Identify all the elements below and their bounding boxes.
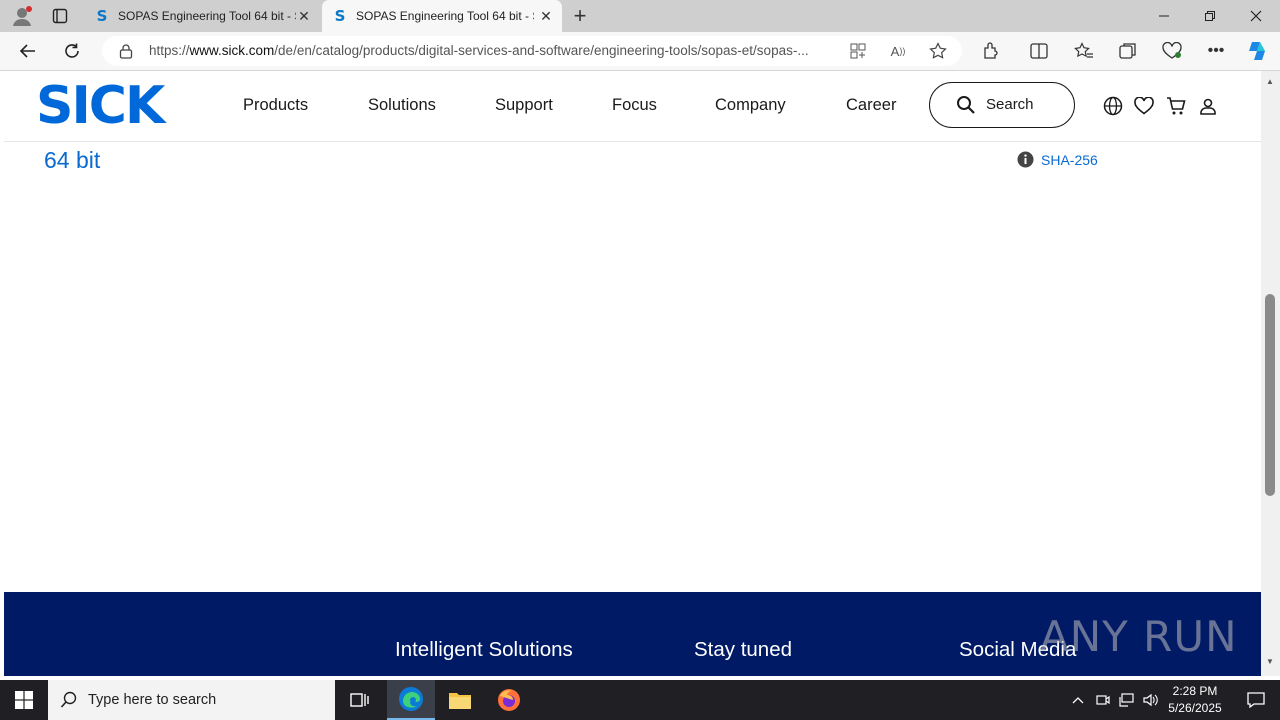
site-search-button[interactable]: Search [929,82,1075,128]
clock-date: 5/26/2025 [1168,701,1222,715]
favorites-icon[interactable] [1072,39,1096,63]
scrollbar-thumb[interactable] [1265,294,1275,496]
nav-focus[interactable]: Focus [612,96,657,115]
search-label: Search [986,96,1034,113]
network-icon[interactable] [1116,680,1138,720]
profile-avatar-icon[interactable] [10,4,34,28]
collections-icon[interactable] [1116,39,1140,63]
tab-title: SOPAS Engineering Tool 64 bit - S [356,9,534,23]
sick-favicon-icon: S [96,7,108,25]
nav-support[interactable]: Support [495,96,553,115]
scroll-down-arrow-icon[interactable]: ▼ [1266,657,1274,666]
search-icon [60,691,78,714]
windows-start-icon[interactable] [0,680,48,720]
extensions-icon[interactable] [979,39,1003,63]
system-clock[interactable]: 2:28 PM 5/26/2025 [1162,683,1228,717]
refresh-icon[interactable] [60,39,84,63]
sha-256-link[interactable]: SHA-256 [1017,151,1098,168]
shopping-cart-icon[interactable] [1164,94,1188,118]
site-header: SICK Products Solutions Support Focus Co… [4,71,1261,142]
taskbar-search-placeholder: Type here to search [88,692,217,708]
clock-time: 2:28 PM [1172,684,1218,698]
heart-wishlist-icon[interactable] [1132,94,1156,118]
user-account-icon[interactable] [1196,94,1220,118]
close-window-icon[interactable] [1233,0,1279,32]
browser-tab-strip: S SOPAS Engineering Tool 64 bit - S ✕ S … [0,0,1280,32]
address-bar[interactable]: https://www.sick.com/de/en/catalog/produ… [102,36,962,66]
task-view-icon[interactable] [336,680,384,720]
info-icon [1017,151,1034,168]
back-arrow-icon[interactable] [16,39,40,63]
volume-icon[interactable] [1140,680,1162,720]
sha-256-label: SHA-256 [1041,151,1098,168]
sick-favicon-icon: S [334,7,346,25]
notification-center-icon[interactable] [1232,680,1280,720]
product-title-fragment: 64 bit [44,147,101,173]
tab-actions-icon[interactable] [48,4,72,28]
nav-career[interactable]: Career [846,96,896,115]
page-scrollbar[interactable]: ▲ ▼ [1261,71,1280,676]
file-explorer-icon[interactable] [436,680,484,720]
close-tab-icon[interactable]: ✕ [538,8,554,24]
nav-solutions[interactable]: Solutions [368,96,436,115]
firefox-icon[interactable] [485,680,533,720]
browser-toolbar: https://www.sick.com/de/en/catalog/produ… [0,32,1280,71]
search-icon [954,93,978,117]
tab-sopas-1[interactable]: S SOPAS Engineering Tool 64 bit - S ✕ [84,0,320,32]
show-hidden-icons-icon[interactable] [1066,680,1090,720]
footer-heading-intelligent-solutions: Intelligent Solutions [395,638,573,661]
read-aloud-icon[interactable]: A)) [886,39,910,63]
split-screen-icon[interactable] [1027,39,1051,63]
app-available-icon[interactable] [846,39,870,63]
edge-taskbar-icon[interactable] [387,680,435,720]
taskbar-search-box[interactable]: Type here to search [48,680,335,720]
web-page: SICK Products Solutions Support Focus Co… [4,71,1261,676]
url-path: /de/en/catalog/products/digital-services… [274,43,809,58]
nav-products[interactable]: Products [243,96,308,115]
url-host: www.sick.com [189,43,275,58]
footer-heading-stay-tuned: Stay tuned [694,638,793,661]
windows-taskbar: Type here to search 2:28 PM 5/26/2025 [0,680,1280,720]
favorite-star-icon[interactable] [926,39,950,63]
url-text[interactable]: https://www.sick.com/de/en/catalog/produ… [149,43,839,58]
anyrun-watermark: ANY RUN [1040,612,1238,661]
url-prefix: https:// [149,43,190,58]
minimize-icon[interactable] [1141,0,1187,32]
lock-icon[interactable] [114,39,138,63]
sick-logo[interactable]: SICK [36,80,165,132]
restore-icon[interactable] [1187,0,1233,32]
tab-title: SOPAS Engineering Tool 64 bit - S [118,9,296,23]
meet-now-icon[interactable] [1092,680,1114,720]
settings-more-icon[interactable]: ••• [1204,39,1228,63]
scroll-up-arrow-icon[interactable]: ▲ [1266,77,1274,86]
close-tab-icon[interactable]: ✕ [296,8,312,24]
tab-sopas-2-active[interactable]: S SOPAS Engineering Tool 64 bit - S ✕ [322,0,562,32]
browser-essentials-icon[interactable] [1160,39,1184,63]
nav-company[interactable]: Company [715,96,786,115]
globe-language-icon[interactable] [1101,94,1125,118]
new-tab-icon[interactable]: + [568,3,592,28]
copilot-icon[interactable] [1245,39,1269,63]
